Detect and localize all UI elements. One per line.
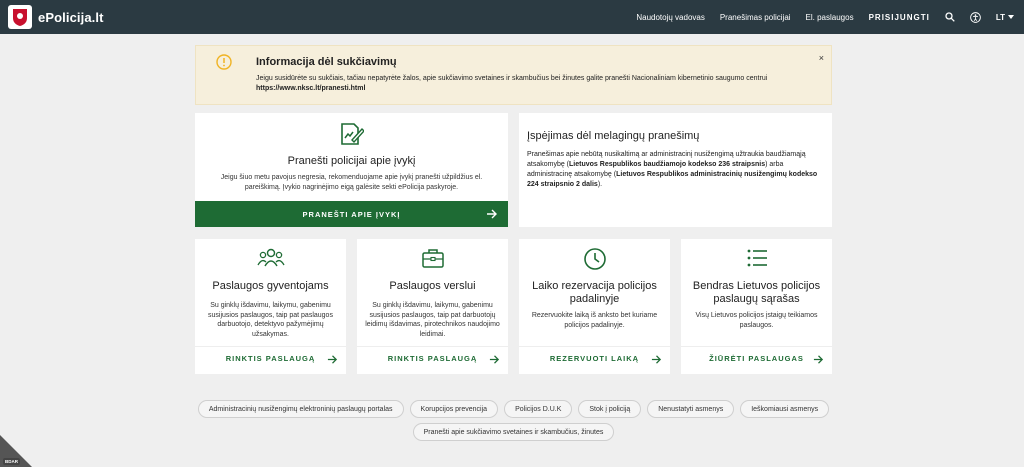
service-title: Paslaugos gyventojams [212,280,329,292]
alert-title: Informacija dėl sukčiavimų [256,56,397,68]
choose-service-link[interactable]: RINKTIS PASLAUGĄ [357,354,508,366]
tag-report-fraud[interactable]: Pranešti apie sukčiavimo svetaines ir sk… [412,423,615,441]
divider [357,346,508,347]
tag-admin-portal[interactable]: Administracinių nusižengimų elektroninių… [197,400,404,418]
report-button-label: PRANEŠTI APIE ĮVYKĮ [302,209,401,219]
top-header: ePolicija.lt Naudotojų vadovas Pranešima… [0,0,1024,34]
briefcase-icon [357,247,508,269]
chevron-down-icon [1008,15,1014,19]
accessibility-icon[interactable] [969,11,981,23]
warning-text-3: ). [597,181,603,188]
gdpr-label: BDAR [3,458,20,465]
clock-icon [519,247,670,271]
arrow-right-icon [489,354,500,367]
tag-unidentified-persons[interactable]: Nenustatyti asmenys [647,400,735,418]
false-report-warning-card: Įspėjimas dėl melagingų pranešimų Praneš… [519,113,832,227]
service-description: Su ginklų išdavimu, laikymu, gabenimu su… [208,302,333,338]
criminal-code-ref: Lietuvos Respublikos baudžiamojo kodekso… [569,161,766,168]
service-description: Rezervuokite laiką iš anksto bet kuriame… [531,312,658,329]
view-services-link[interactable]: ŽIŪRĖTI PASLAUGAS [681,354,832,366]
nav-e-services[interactable]: El. paslaugos [806,13,854,22]
close-icon[interactable]: × [819,53,824,63]
arrow-right-icon [651,354,662,367]
arrow-right-icon [327,354,338,367]
language-selector[interactable]: LT [996,13,1014,22]
service-card-reservation: Laiko rezervacija policijos padalinyje R… [519,239,670,374]
main-nav: Naudotojų vadovas Pranešimas policijai E… [636,11,1014,23]
arrow-right-icon [486,208,498,222]
service-link-label: RINKTIS PASLAUGĄ [225,354,316,363]
tag-police-faq[interactable]: Policijos D.U.K [504,400,573,418]
service-description: Su ginklų išdavimu, laikymu, gabenimu su… [365,302,500,338]
divider [681,346,832,347]
choose-service-link[interactable]: RINKTIS PASLAUGĄ [195,354,346,366]
service-card-business: Paslaugos verslui Su ginklų išdavimu, la… [357,239,508,374]
edit-form-icon [338,121,365,152]
warning-title: Įspėjimas dėl melagingų pranešimų [527,130,700,142]
service-link-label: RINKTIS PASLAUGĄ [387,354,478,363]
quick-links: Administracinių nusižengimų elektroninių… [195,400,832,441]
report-description: Jeigu šiuo metu pavojus negresia, rekome… [220,174,483,191]
arrow-right-icon [813,354,824,367]
brand-name: ePolicija.lt [38,9,104,25]
report-incident-card: Pranešti policijai apie įvykį Jeigu šiuo… [195,113,508,227]
gdpr-corner[interactable]: BDAR [0,435,32,467]
warning-body: Pranešimas apie nebūtą nusikaltimą ar ad… [527,150,822,190]
service-title: Paslaugos verslui [389,280,476,292]
nav-user-guide[interactable]: Naudotojų vadovas [636,13,705,22]
warning-icon [216,54,232,75]
report-title: Pranešti policijai apie įvykį [287,155,416,167]
fraud-info-alert: Informacija dėl sukčiavimų Jeigu susidūr… [195,45,832,105]
search-icon[interactable] [945,12,955,22]
service-card-residents: Paslaugos gyventojams Su ginklų išdavimu… [195,239,346,374]
service-link-label: ŽIŪRĖTI PASLAUGAS [709,354,804,363]
service-description: Visų Lietuvos policijos įstaigų teikiamo… [695,312,818,329]
report-incident-button[interactable]: PRANEŠTI APIE ĮVYKĮ [195,201,508,227]
list-icon [681,247,832,269]
language-label: LT [995,12,1005,22]
coat-of-arms-icon [8,5,32,29]
service-title: Laiko rezervacija policijos padalinyje [532,280,657,305]
alert-body: Jeigu susidūrėte su sukčiais, tačiau nep… [256,74,816,94]
divider [195,346,346,347]
people-icon [195,247,346,269]
login-link[interactable]: PRISIJUNGTI [869,13,930,22]
nav-report-police[interactable]: Pranešimas policijai [720,13,791,22]
service-link-label: REZERVUOTI LAIKĄ [549,354,640,363]
reserve-time-link[interactable]: REZERVUOTI LAIKĄ [519,354,670,366]
service-card-all-services: Bendras Lietuvos policijos paslaugų sąra… [681,239,832,374]
service-title: Bendras Lietuvos policijos paslaugų sąra… [692,280,821,305]
brand-logo[interactable]: ePolicija.lt [8,5,104,29]
tag-join-police[interactable]: Stok į policiją [578,400,642,418]
tag-most-wanted[interactable]: Ieškomiausi asmenys [740,400,830,418]
nksc-link[interactable]: https://www.nksc.lt/pranesti.html [256,85,365,92]
tag-corruption-prevention[interactable]: Korupcijos prevencija [409,400,499,418]
alert-text: Jeigu susidūrėte su sukčiais, tačiau nep… [256,75,768,82]
divider [519,346,670,347]
